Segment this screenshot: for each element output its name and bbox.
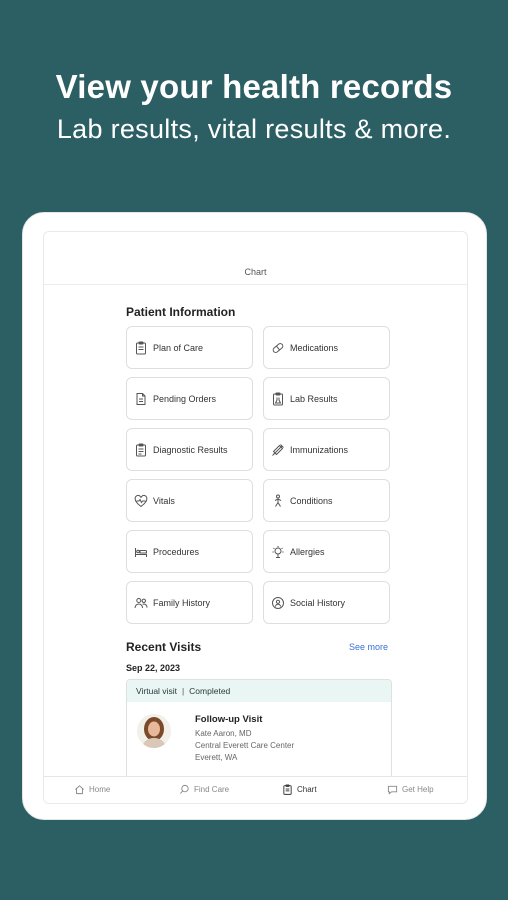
patient-info-grid: Plan of Care Medications Pending Orders …: [126, 326, 391, 624]
tile-lab-results[interactable]: Lab Results: [263, 377, 390, 420]
visit-card[interactable]: Virtual visit | Completed Follow-up Visi…: [126, 679, 392, 789]
tile-label: Diagnostic Results: [153, 444, 228, 455]
tile-medications[interactable]: Medications: [263, 326, 390, 369]
status-separator: |: [181, 686, 185, 696]
visit-date: Sep 22, 2023: [126, 663, 181, 673]
nav-find-care[interactable]: Find Care: [179, 784, 229, 795]
visit-mode: Virtual visit: [136, 686, 177, 696]
visit-status: Completed: [189, 686, 231, 696]
tile-label: Plan of Care: [153, 342, 204, 353]
tablet-frame: Chart Patient Information Plan of Care M…: [22, 212, 487, 820]
visit-provider: Kate Aaron, MD: [195, 729, 252, 738]
allergy-icon: [272, 545, 284, 558]
nav-label: Chart: [297, 785, 317, 794]
document-icon: [136, 392, 146, 405]
chart-clipboard-icon: [283, 784, 292, 795]
syringe-icon: [272, 443, 284, 456]
people-icon: [134, 597, 148, 608]
see-more-link[interactable]: See more: [349, 642, 388, 652]
nav-chart[interactable]: Chart: [282, 784, 317, 795]
tile-allergies[interactable]: Allergies: [263, 530, 390, 573]
visit-info: Follow-up Visit Kate Aaron, MD Central E…: [195, 714, 294, 764]
tile-family-history[interactable]: Family History: [126, 581, 253, 624]
visit-status-bar: Virtual visit | Completed: [127, 680, 391, 702]
clipboard-icon: [136, 341, 146, 354]
tile-label: Lab Results: [290, 393, 338, 404]
top-bar: Chart: [44, 232, 467, 285]
nav-label: Home: [89, 785, 111, 794]
app-screen: Chart Patient Information Plan of Care M…: [43, 231, 468, 804]
heart-pulse-icon: [134, 494, 148, 507]
nav-get-help[interactable]: Get Help: [387, 784, 434, 795]
tile-label: Procedures: [153, 546, 200, 557]
visit-type: Follow-up Visit: [195, 714, 263, 725]
tile-conditions[interactable]: Conditions: [263, 479, 390, 522]
page-title: Chart: [244, 267, 267, 277]
patient-information-title: Patient Information: [126, 305, 236, 319]
bottom-navigation: Home Find Care Chart Get Help: [44, 776, 467, 803]
diagnostic-clipboard-icon: [136, 443, 146, 456]
search-icon: [180, 784, 189, 794]
promo-headline: View your health records: [55, 68, 453, 105]
tile-label: Conditions: [290, 495, 333, 506]
visit-location: Central Everett Care Center: [195, 741, 295, 750]
bed-icon: [135, 547, 147, 557]
tile-label: Social History: [290, 597, 346, 608]
visit-city: Everett, WA: [195, 753, 238, 762]
chat-icon: [387, 785, 398, 795]
pill-icon: [272, 342, 284, 353]
lab-clipboard-icon: [273, 392, 283, 405]
tile-social-history[interactable]: Social History: [263, 581, 390, 624]
tile-plan-of-care[interactable]: Plan of Care: [126, 326, 253, 369]
promo-subline: Lab results, vital results & more.: [56, 114, 452, 144]
nav-label: Get Help: [402, 785, 434, 794]
tile-immunizations[interactable]: Immunizations: [263, 428, 390, 471]
tile-label: Immunizations: [290, 444, 349, 455]
tile-label: Pending Orders: [153, 393, 217, 404]
avatar: [137, 714, 171, 748]
tile-vitals[interactable]: Vitals: [126, 479, 253, 522]
social-icon: [272, 596, 284, 609]
tile-pending-orders[interactable]: Pending Orders: [126, 377, 253, 420]
nav-label: Find Care: [194, 785, 230, 794]
tile-label: Allergies: [290, 546, 325, 557]
home-icon: [75, 785, 84, 795]
tile-label: Vitals: [153, 495, 175, 506]
recent-visits-title: Recent Visits: [126, 640, 202, 654]
body-icon: [274, 494, 282, 507]
tile-procedures[interactable]: Procedures: [126, 530, 253, 573]
tile-diagnostic-results[interactable]: Diagnostic Results: [126, 428, 253, 471]
tile-label: Family History: [153, 597, 211, 608]
nav-home[interactable]: Home: [74, 784, 110, 795]
tile-label: Medications: [290, 342, 339, 353]
